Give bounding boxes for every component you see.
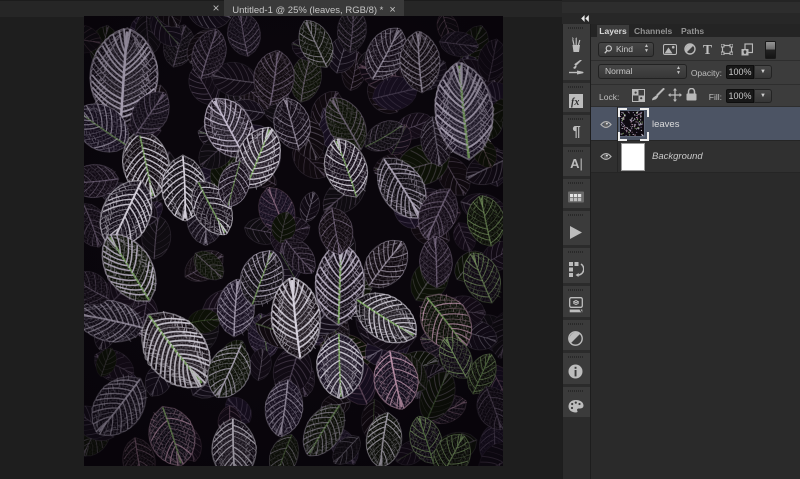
svg-text:fx: fx: [571, 97, 579, 108]
